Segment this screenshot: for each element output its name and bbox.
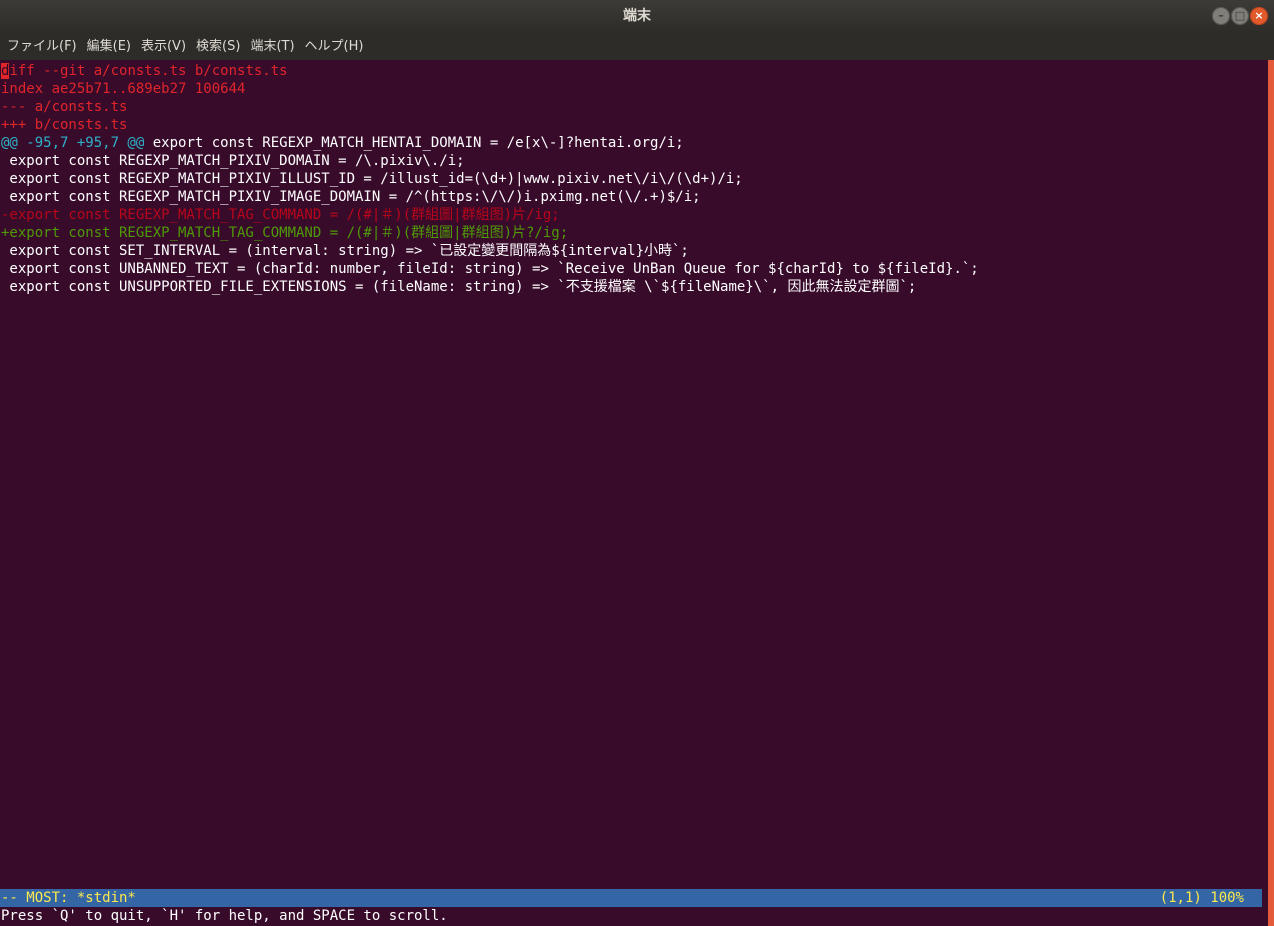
index-line: index ae25b71..689eb27 100644 xyxy=(1,81,246,97)
menu-help[interactable]: ヘルプ(H) xyxy=(300,33,369,60)
hunk-header-line: @@ -95,7 +95,7 @@ export const REGEXP_MA… xyxy=(1,135,684,151)
close-button[interactable]: × xyxy=(1250,7,1268,25)
menu-view[interactable]: 表示(V) xyxy=(136,33,191,60)
minimize-button[interactable]: – xyxy=(1212,7,1230,25)
menu-bar: ファイル(F) 編集(E) 表示(V) 検索(S) 端末(T) ヘルプ(H) xyxy=(0,33,1274,60)
scrollbar[interactable] xyxy=(1268,60,1274,926)
context-line: export const UNBANNED_TEXT = (charId: nu… xyxy=(1,261,979,277)
maximize-button[interactable]: □ xyxy=(1231,7,1249,25)
terminal-output[interactable]: diff --git a/consts.ts b/consts.ts index… xyxy=(0,60,1268,926)
menu-edit[interactable]: 編集(E) xyxy=(82,33,136,60)
context-line: export const REGEXP_MATCH_PIXIV_IMAGE_DO… xyxy=(1,189,701,205)
menu-terminal[interactable]: 端末(T) xyxy=(245,33,299,60)
context-line: export const SET_INTERVAL = (interval: s… xyxy=(1,243,689,259)
status-position: (1,1) 100% xyxy=(1159,890,1244,906)
terminal-window: 端末 – □ × ファイル(F) 編集(E) 表示(V) 検索(S) 端末(T)… xyxy=(0,0,1274,926)
menu-file[interactable]: ファイル(F) xyxy=(0,33,82,60)
status-left: -- MOST: *stdin* xyxy=(1,890,136,906)
context-line: export const REGEXP_MATCH_PIXIV_DOMAIN =… xyxy=(1,153,465,169)
menu-search[interactable]: 検索(S) xyxy=(191,33,245,60)
diff-header-line: diff --git a/consts.ts b/consts.ts xyxy=(1,63,288,79)
title-bar[interactable]: 端末 – □ × xyxy=(0,0,1274,33)
plus-file-line: +++ b/consts.ts xyxy=(1,117,128,133)
context-line: export const REGEXP_MATCH_PIXIV_ILLUST_I… xyxy=(1,171,743,187)
added-line: +export const REGEXP_MATCH_TAG_COMMAND =… xyxy=(1,225,569,241)
removed-line: -export const REGEXP_MATCH_TAG_COMMAND =… xyxy=(1,207,560,223)
window-title: 端末 xyxy=(623,8,651,24)
pager-help-prompt: Press `Q' to quit, `H' for help, and SPA… xyxy=(1,908,448,924)
pager-status-bar: -- MOST: *stdin* (1,1) 100% xyxy=(0,889,1262,907)
minus-file-line: --- a/consts.ts xyxy=(1,99,128,115)
context-line: export const UNSUPPORTED_FILE_EXTENSIONS… xyxy=(1,279,917,295)
